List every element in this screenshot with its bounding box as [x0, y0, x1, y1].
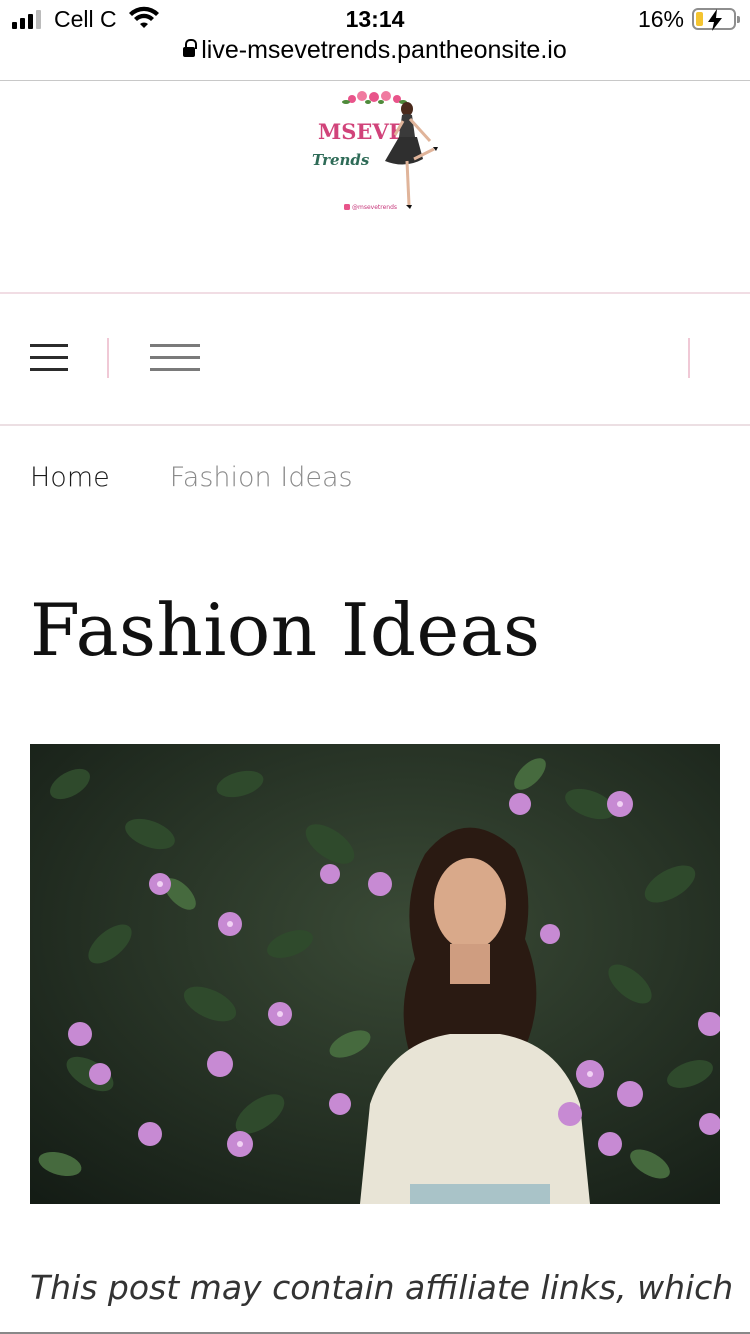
battery-percent: 16% [637, 6, 684, 32]
woman-flowers-photo [30, 744, 720, 1204]
breadcrumb-home-link[interactable]: Home [30, 462, 110, 493]
site-logo[interactable]: MSEVE Trends @msevetrends [306, 89, 446, 221]
hamburger-icon[interactable] [30, 344, 68, 372]
instagram-icon [344, 204, 350, 210]
logo-sub: Trends [312, 151, 370, 169]
url-text: live-msevetrends.pantheonsite.io [201, 36, 567, 64]
breadcrumb: Home Fashion Ideas [30, 462, 353, 493]
hero-image [30, 744, 720, 1204]
lock-icon [183, 39, 198, 59]
divider [0, 424, 750, 426]
menu-lines-icon[interactable] [150, 344, 200, 372]
logo-handle: @msevetrends [352, 204, 397, 211]
status-bar: Cell C 13:14 16% [0, 0, 750, 40]
address-bar[interactable]: live-msevetrends.pantheonsite.io [0, 36, 750, 80]
nav-separator [688, 338, 690, 378]
navigation-bar [0, 294, 750, 424]
nav-separator [107, 338, 109, 378]
site-header: MSEVE Trends @msevetrends [0, 81, 750, 293]
breadcrumb-current: Fashion Ideas [169, 462, 353, 493]
logo-brand: MSEVE [318, 119, 405, 144]
flower-garland-icon [342, 91, 407, 104]
page-title: Fashion Ideas [30, 588, 541, 672]
battery-icon [692, 8, 740, 31]
affiliate-disclaimer: This post may contain affiliate links, w… [30, 1268, 734, 1307]
